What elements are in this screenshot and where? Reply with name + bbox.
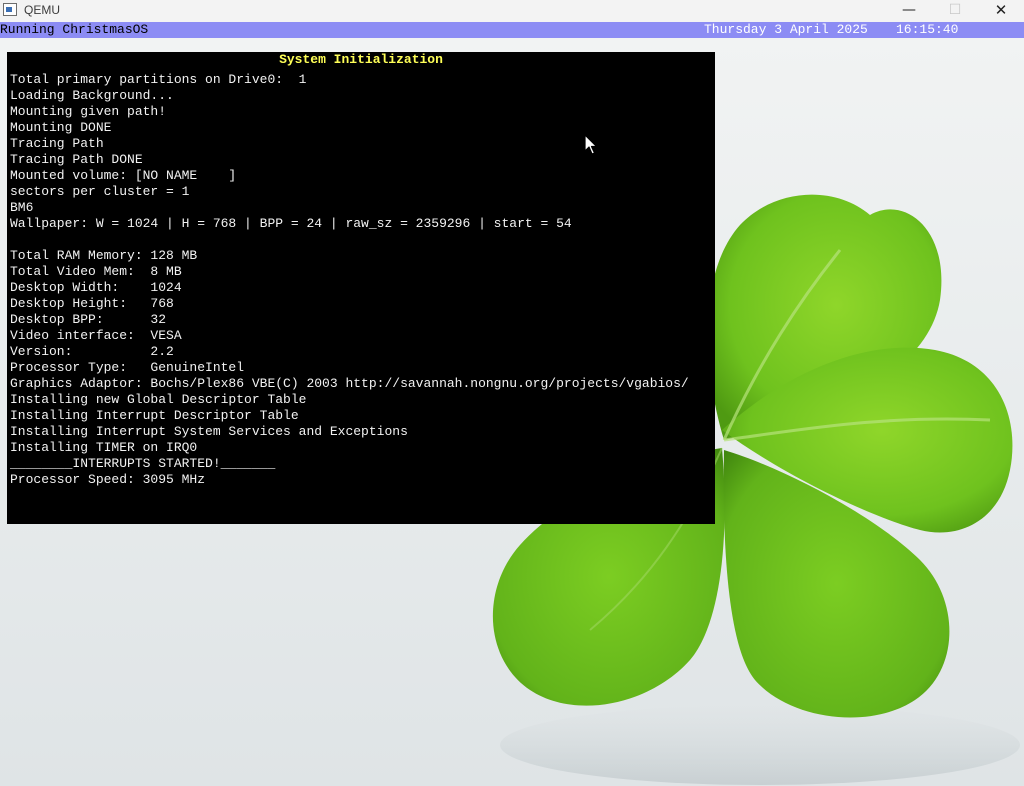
console-line: Wallpaper: W = 1024 | H = 768 | BPP = 24… (10, 216, 572, 231)
console-line: Graphics Adaptor: Bochs/Plex86 VBE(C) 20… (10, 376, 689, 391)
qemu-app-icon (3, 3, 17, 16)
window-titlebar[interactable]: QEMU — ☐ ✕ (0, 0, 1024, 22)
minimize-button[interactable]: — (886, 0, 932, 22)
os-clock: 16:15:40 (896, 22, 959, 37)
mouse-pointer-icon (584, 134, 598, 155)
console-line: Mounting given path! (10, 104, 167, 119)
console-line: Total RAM Memory: 128 MB (10, 248, 198, 263)
console-window[interactable]: System Initialization Total primary part… (7, 52, 715, 524)
console-line: Version: 2.2 (10, 344, 174, 359)
console-title: System Initialization (279, 52, 443, 67)
console-line: Installing Interrupt Descriptor Table (10, 408, 299, 423)
console-line: Desktop Width: 1024 (10, 280, 182, 295)
os-status-text: Running ChristmasOS (0, 22, 149, 37)
console-line: Total Video Mem: 8 MB (10, 264, 182, 279)
console-line: Total primary partitions on Drive0: 1 (10, 72, 307, 87)
console-line: Desktop Height: 768 (10, 296, 174, 311)
console-line: Processor Type: GenuineIntel (10, 360, 245, 375)
console-line: BM6 (10, 200, 34, 215)
maximize-button[interactable]: ☐ (932, 0, 978, 22)
console-line: Loading Background... (10, 88, 174, 103)
console-line: Installing new Global Descriptor Table (10, 392, 307, 407)
console-line: Mounted volume: [NO NAME ] (10, 168, 237, 183)
console-line: Processor Speed: 3095 MHz (10, 472, 206, 487)
close-button[interactable]: ✕ (978, 0, 1024, 22)
console-line: Video interface: VESA (10, 328, 182, 343)
window-title: QEMU (24, 3, 60, 17)
console-line: Desktop BPP: 32 (10, 312, 167, 327)
console-line: ________INTERRUPTS STARTED!_______ (10, 456, 276, 471)
console-line: Installing Interrupt System Services and… (10, 424, 408, 439)
os-status-bar: Running ChristmasOS Thursday 3 April 202… (0, 22, 1024, 38)
console-line: sectors per cluster = 1 (10, 184, 190, 199)
os-date: Thursday 3 April 2025 (704, 22, 868, 37)
console-line: Installing TIMER on IRQ0 (10, 440, 198, 455)
